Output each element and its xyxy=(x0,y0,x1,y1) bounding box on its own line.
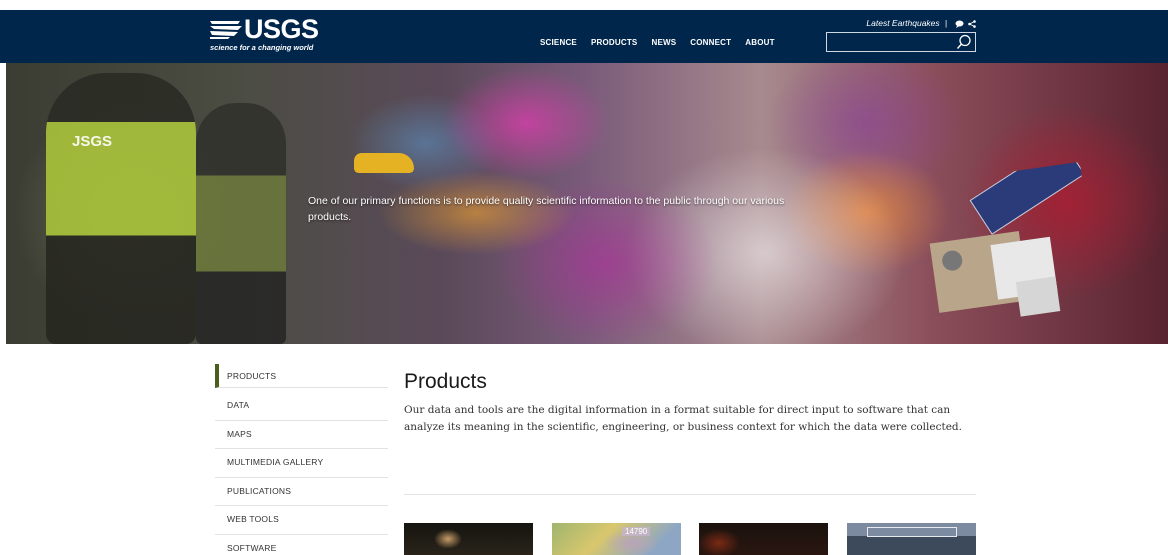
product-card-3[interactable] xyxy=(699,523,828,555)
nav-connect[interactable]: CONNECT xyxy=(690,38,731,47)
card-frame xyxy=(867,527,957,537)
hero-worker2-image xyxy=(196,103,286,344)
nav-products[interactable]: PRODUCTS xyxy=(591,38,638,47)
product-card-4[interactable] xyxy=(847,523,976,555)
map-label: 14790 xyxy=(622,527,651,536)
product-cards: 14790 xyxy=(404,523,976,555)
sidebar-item-publications[interactable]: PUBLICATIONS xyxy=(215,478,388,506)
search-box xyxy=(826,32,976,52)
hero-boat-image xyxy=(354,153,414,173)
hero-banner: JSGS One of our primary functions is to … xyxy=(6,63,1168,344)
sidebar-item-maps[interactable]: MAPS xyxy=(215,421,388,449)
sidebar-item-multimedia-gallery[interactable]: MULTIMEDIA GALLERY xyxy=(215,449,388,478)
nav-news[interactable]: NEWS xyxy=(651,38,676,47)
search-icon[interactable] xyxy=(956,34,972,50)
nav-science[interactable]: SCIENCE xyxy=(540,38,577,47)
usgs-logo[interactable]: USGS science for a changing world xyxy=(208,14,328,54)
share-icon[interactable] xyxy=(968,19,976,28)
hero-text: One of our primary functions is to provi… xyxy=(308,195,785,223)
products-sidebar: PRODUCTS DATA MAPS MULTIMEDIA GALLERY PU… xyxy=(215,364,388,555)
logo-tagline: science for a changing world xyxy=(210,43,314,52)
site-header: USGS science for a changing world SCIENC… xyxy=(0,10,1168,63)
hero-worker-image xyxy=(46,73,196,344)
search-input[interactable] xyxy=(829,34,955,50)
nav-about[interactable]: ABOUT xyxy=(745,38,774,47)
product-card-2[interactable]: 14790 xyxy=(552,523,681,555)
main-content: Products Our data and tools are the digi… xyxy=(404,370,976,435)
sidebar-item-software[interactable]: SOFTWARE xyxy=(215,535,388,555)
hero-vest-badge: JSGS xyxy=(72,133,113,150)
satellite-image xyxy=(929,161,1086,317)
usgs-wave-icon xyxy=(210,21,242,39)
page-description: Our data and tools are the digital infor… xyxy=(404,404,962,433)
logo-text: USGS xyxy=(244,14,319,44)
main-nav: SCIENCE PRODUCTS NEWS CONNECT ABOUT xyxy=(540,38,775,47)
product-card-1[interactable] xyxy=(404,523,533,555)
page-title: Products xyxy=(404,370,487,393)
sidebar-item-data[interactable]: DATA xyxy=(215,392,388,421)
sidebar-item-products[interactable]: PRODUCTS xyxy=(215,364,388,388)
chat-icon[interactable] xyxy=(955,20,964,28)
content-divider xyxy=(404,494,976,495)
header-utility-links: Latest Earthquakes | xyxy=(828,18,976,28)
sidebar-item-web-tools[interactable]: WEB TOOLS xyxy=(215,506,388,535)
latest-earthquakes-link[interactable]: Latest Earthquakes xyxy=(866,18,939,28)
separator: | xyxy=(945,18,948,28)
